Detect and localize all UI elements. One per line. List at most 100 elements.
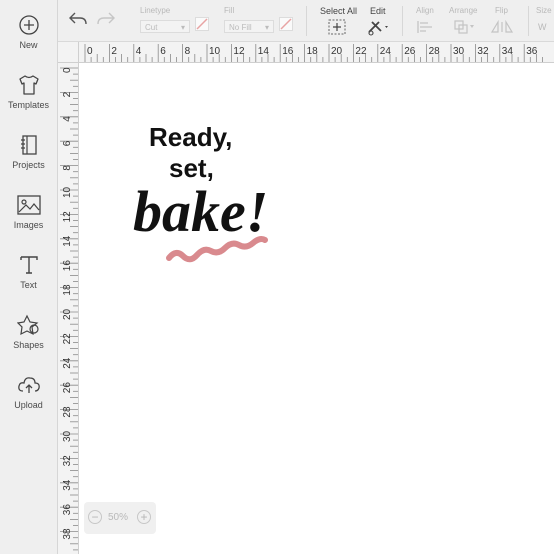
notebook-icon [20, 135, 37, 155]
image-icon [16, 195, 41, 215]
ruler-label: 34 [502, 46, 514, 57]
sidebar-item-label: Images [13, 220, 44, 230]
zoom-in-button[interactable]: + [137, 510, 151, 524]
sidebar-item-label: Upload [14, 400, 43, 410]
left-sidebar: New Templates Projects Images Text Shape… [0, 0, 58, 554]
ruler-corner [58, 42, 79, 63]
chevron-down-icon: ▾ [180, 23, 185, 32]
ruler-label: 16 [282, 46, 294, 57]
fill-label: Fill [224, 6, 235, 15]
ruler-label: 34 [62, 479, 73, 491]
ruler-label: 22 [355, 46, 367, 57]
ruler-label: 4 [136, 46, 142, 57]
size-label: Size [536, 6, 552, 15]
zoom-out-button[interactable]: − [88, 510, 102, 524]
ruler-label: 30 [453, 46, 465, 57]
ruler-label: 32 [62, 455, 73, 467]
ruler-label: 30 [62, 430, 73, 442]
align-button[interactable] [416, 20, 436, 39]
linetype-color-swatch[interactable] [195, 17, 209, 36]
ruler-label: 26 [404, 46, 416, 57]
ruler-label: 28 [429, 46, 441, 57]
sidebar-item-projects[interactable]: Projects [0, 134, 57, 190]
ruler-label: 26 [62, 382, 73, 394]
fill-value: No Fill [229, 23, 252, 32]
vertical-ruler: 0 2 4 6 8 10 12 14 16 18 20 22 24 26 28 30 32 34 36 38 [58, 62, 79, 554]
ruler-label: 0 [87, 46, 93, 57]
design-canvas[interactable]: Ready, set, bake! [79, 63, 554, 554]
flip-label: Flip [495, 6, 508, 15]
ruler-label: 18 [62, 284, 73, 296]
top-toolbar: Linetype Cut ▾ Fill No Fill ▾ Select All… [58, 0, 554, 42]
fill-select[interactable]: No Fill ▾ [224, 20, 274, 33]
ruler-label: 22 [62, 333, 73, 345]
vertical-ruler-ticks: 02468101214161820222426283032343638 [60, 67, 78, 551]
ruler-label: 2 [111, 46, 117, 57]
sidebar-item-images[interactable]: Images [0, 194, 57, 250]
design-text-bake: bake! [133, 179, 268, 244]
edit-label: Edit [370, 6, 386, 16]
tshirt-icon [18, 75, 39, 95]
ruler-label: 24 [380, 46, 392, 57]
edit-tools-button[interactable] [367, 18, 391, 41]
sidebar-item-label: Templates [7, 100, 50, 110]
sidebar-item-label: Text [20, 280, 37, 290]
sidebar-item-shapes[interactable]: Shapes [0, 314, 57, 370]
linetype-select[interactable]: Cut ▾ [140, 20, 190, 33]
ruler-label: 12 [233, 46, 245, 57]
arrange-label: Arrange [449, 6, 478, 15]
plus-circle-icon [18, 15, 39, 35]
ruler-label: 20 [62, 308, 73, 320]
sidebar-item-upload[interactable]: Upload [0, 374, 57, 430]
toolbar-divider [402, 6, 403, 36]
sidebar-item-label: New [19, 40, 38, 50]
ruler-label: 12 [62, 211, 73, 223]
design-text-ready: Ready, [149, 122, 232, 152]
ruler-label: 6 [160, 46, 166, 57]
horizontal-ruler: 0 2 4 6 8 10 12 14 16 18 20 22 24 26 28 30 32 34 36 [58, 42, 554, 63]
ruler-label: 36 [62, 504, 73, 516]
sidebar-item-templates[interactable]: Templates [0, 74, 57, 130]
zoom-value: 50% [108, 512, 129, 523]
select-all-label: Select All [320, 6, 358, 16]
sidebar-item-text[interactable]: Text [0, 254, 57, 310]
ruler-label: 32 [477, 46, 489, 57]
ruler-label: 8 [185, 46, 191, 57]
fill-color-swatch[interactable] [279, 17, 293, 36]
ruler-label: 10 [209, 46, 221, 57]
ruler-label: 2 [62, 91, 73, 97]
ruler-label: 6 [62, 140, 73, 146]
align-label: Align [416, 6, 434, 15]
arrange-button[interactable] [454, 20, 476, 39]
ruler-label: 10 [62, 186, 73, 198]
ruler-label: 4 [62, 116, 73, 122]
cloud-upload-icon [17, 377, 40, 393]
horizontal-ruler-ticks: 0 2 4 6 8 10 12 14 16 18 20 22 24 26 28 30 32 34 36 [84, 44, 543, 62]
shapes-icon [16, 314, 39, 336]
redo-icon[interactable] [96, 11, 116, 32]
sidebar-item-label: Projects [12, 160, 45, 170]
ruler-label: 38 [62, 528, 73, 540]
flip-button[interactable] [490, 19, 516, 39]
ruler-label: 0 [62, 67, 73, 73]
ruler-label: 24 [62, 357, 73, 369]
text-t-icon [19, 256, 38, 274]
ruler-label: 36 [526, 46, 538, 57]
undo-icon[interactable] [68, 11, 88, 32]
ruler-label: 20 [331, 46, 343, 57]
toolbar-divider [528, 6, 529, 36]
toolbar-divider [306, 6, 307, 36]
ruler-label: 16 [62, 260, 73, 272]
ready-set-bake-design[interactable]: Ready, set, bake! [119, 113, 359, 333]
chevron-down-icon: ▾ [264, 23, 269, 32]
sidebar-item-new[interactable]: New [0, 14, 57, 70]
ruler-label: 8 [62, 165, 73, 171]
sidebar-item-label: Shapes [13, 340, 44, 350]
ruler-label: 14 [258, 46, 270, 57]
ruler-label: 14 [62, 235, 73, 247]
size-width-label: W [538, 22, 547, 32]
linetype-value: Cut [145, 23, 158, 32]
select-all-button[interactable] [328, 19, 346, 40]
ruler-label: 18 [307, 46, 319, 57]
ruler-label: 28 [62, 406, 73, 418]
